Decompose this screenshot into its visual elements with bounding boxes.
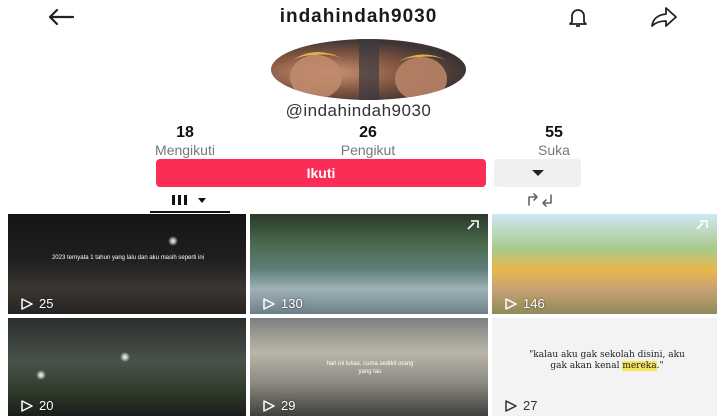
tab-reposts[interactable]: [510, 189, 570, 211]
bell-icon[interactable]: [563, 4, 593, 30]
view-count-value: 20: [39, 398, 54, 413]
view-count: 27: [504, 398, 537, 413]
pin-icon: [466, 218, 480, 236]
view-count: 20: [20, 398, 53, 413]
video-thumbnail[interactable]: 2023 ternyata 1 tahun yang lalu dan aku …: [8, 214, 246, 314]
chevron-down-icon: [198, 198, 206, 203]
view-count: 29: [262, 398, 295, 413]
view-count-value: 29: [281, 398, 296, 413]
avatar[interactable]: [271, 39, 466, 100]
more-options-button[interactable]: [494, 159, 581, 187]
caret-down-icon: [531, 170, 544, 176]
followers-label: Pengikut: [340, 142, 396, 158]
top-bar: indahindah9030: [0, 0, 717, 36]
video-thumbnail[interactable]: 20: [8, 318, 246, 416]
stat-following[interactable]: 18 Mengikuti: [115, 124, 255, 158]
repost-icon: [528, 193, 552, 207]
tab-videos[interactable]: [150, 189, 230, 213]
view-count-value: 130: [281, 296, 303, 311]
video-quote: "kalau aku gak sekolah disini, aku gak a…: [522, 350, 692, 372]
view-count-value: 25: [39, 296, 54, 311]
stat-followers[interactable]: 26 Pengikut: [298, 124, 438, 158]
play-icon: [21, 399, 33, 412]
quote-end: .": [656, 361, 664, 371]
quote-highlight: mereka: [622, 361, 657, 371]
pin-icon: [695, 218, 709, 236]
following-count: 18: [176, 124, 194, 141]
avatar-photo: [290, 39, 449, 100]
view-count: 25: [20, 296, 53, 311]
page-title: indahindah9030: [279, 6, 438, 27]
view-count: 146: [504, 296, 545, 311]
play-icon: [263, 399, 275, 412]
following-label: Mengikuti: [155, 142, 215, 158]
video-thumbnail[interactable]: 146: [492, 214, 717, 314]
view-count-value: 27: [523, 398, 538, 413]
video-thumbnail[interactable]: "kalau aku gak sekolah disini, aku gak a…: [492, 318, 717, 416]
video-caption: hari ini lukas, cuma sedikit orang yang …: [326, 361, 414, 375]
video-thumbnail[interactable]: 130: [250, 214, 488, 314]
followers-count: 26: [359, 124, 377, 141]
profile-handle: @indahindah9030: [285, 101, 432, 120]
follow-button[interactable]: Ikuti: [156, 159, 486, 187]
video-caption: 2023 ternyata 1 tahun yang lalu dan aku …: [51, 255, 205, 261]
play-icon: [505, 297, 517, 310]
grid-icon: [172, 195, 206, 205]
view-count-value: 146: [523, 296, 545, 311]
likes-label: Suka: [538, 142, 570, 158]
video-grid: 2023 ternyata 1 tahun yang lalu dan aku …: [8, 214, 717, 416]
share-icon[interactable]: [649, 4, 679, 30]
video-thumbnail[interactable]: hari ini lukas, cuma sedikit orang yang …: [250, 318, 488, 416]
stat-likes: 55 Suka: [484, 124, 624, 158]
play-icon: [263, 297, 275, 310]
play-icon: [505, 399, 517, 412]
play-icon: [21, 297, 33, 310]
view-count: 130: [262, 296, 303, 311]
likes-count: 55: [545, 124, 563, 141]
